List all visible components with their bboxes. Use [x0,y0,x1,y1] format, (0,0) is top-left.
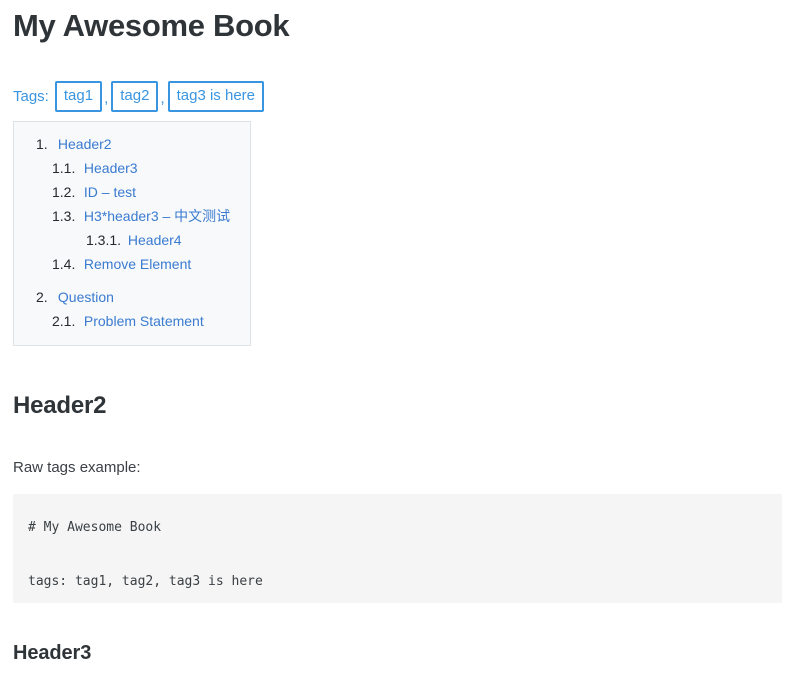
toc-entry-link[interactable]: Remove Element [84,256,191,272]
toc-entry-1-4[interactable]: 1.4. Remove Element [26,252,238,276]
toc-list: 1. Header2 1.1. Header3 1.2. ID – test 1… [26,132,238,333]
toc-entry-link[interactable]: Question [58,289,114,305]
tag-chip-3[interactable]: tag3 is here [167,81,264,112]
tags-label: Tags: [13,87,49,105]
toc-entry-link[interactable]: ID – test [84,184,136,200]
toc-entry-1-2[interactable]: 1.2. ID – test [26,180,238,204]
toc-entry-number: 1.2. [52,184,76,200]
toc-entry-number: 1.3.1. [86,232,122,248]
toc-entry-1-3-1[interactable]: 1.3.1. Header4 [26,228,238,252]
toc-entry-link[interactable]: Header3 [84,160,138,176]
tag-chip-1[interactable]: tag1 [54,81,103,112]
tag-chip-2[interactable]: tag2 [111,81,159,112]
section-heading-header2: Header2 [13,392,107,419]
toc-entry-number: 1.1. [52,160,76,176]
tag-separator-1: , [104,90,109,107]
tags-row: Tags: tag1 , tag2 , tag3 is here [13,81,264,112]
toc-entry-link[interactable]: Header4 [128,232,182,248]
toc-entry-link[interactable]: H3*header3 – 中文测试 [84,208,230,224]
toc-entry-link[interactable]: Header2 [58,136,112,152]
toc-entry-1-3[interactable]: 1.3. H3*header3 – 中文测试 [26,204,238,228]
toc-entry-number: 2.1. [52,313,76,329]
toc-entry-2[interactable]: 2. Question [26,285,238,309]
toc-entry-2-1[interactable]: 2.1. Problem Statement [26,309,238,333]
document-page: My Awesome Book Tags: tag1 , tag2 , tag3… [0,0,799,676]
toc-entry-1-1[interactable]: 1.1. Header3 [26,156,238,180]
table-of-contents: 1. Header2 1.1. Header3 1.2. ID – test 1… [13,121,251,346]
toc-entry-number: 2. [36,289,48,305]
paragraph-raw-tags-example: Raw tags example: [13,459,141,476]
code-block: # My Awesome Book tags: tag1, tag2, tag3… [13,494,782,603]
section-heading-header3: Header3 [13,642,92,664]
toc-entry-number: 1.4. [52,256,76,272]
page-title: My Awesome Book [13,8,290,43]
toc-entry-number: 1.3. [52,208,76,224]
code-block-content: # My Awesome Book tags: tag1, tag2, tag3… [28,520,263,589]
tag-separator-2: , [160,90,165,107]
toc-entry-link[interactable]: Problem Statement [84,313,204,329]
toc-entry-1[interactable]: 1. Header2 [26,132,238,156]
toc-entry-number: 1. [36,136,48,152]
